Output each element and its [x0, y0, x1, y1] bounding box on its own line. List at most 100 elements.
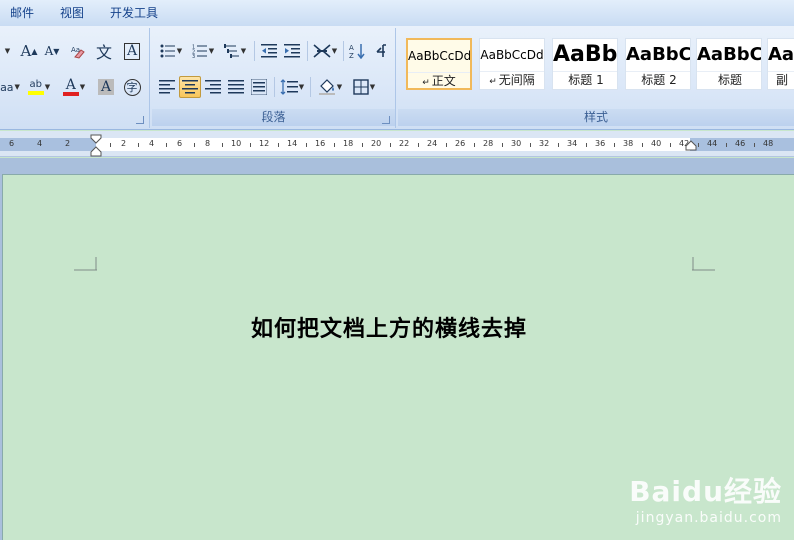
style-name: 标题 2 — [641, 73, 677, 87]
multilevel-list-button[interactable]: ▼ — [220, 40, 250, 62]
right-indent-marker-icon[interactable] — [685, 140, 697, 152]
ruler-tick — [502, 143, 503, 147]
character-border-button[interactable]: A — [121, 40, 143, 62]
phonetic-guide-button[interactable]: 文 — [92, 40, 116, 62]
style-tile[interactable]: Aa 副 — [767, 38, 794, 90]
numbering-button[interactable]: 123 ▼ — [188, 40, 218, 62]
ruler-number: 40 — [651, 139, 662, 148]
style-name-row: 标题 2 — [626, 71, 690, 89]
tab-mailings[interactable]: 邮件 — [0, 0, 47, 26]
ruler-number: 6 — [177, 139, 183, 148]
ruler-number: 30 — [511, 139, 522, 148]
ruler-number: 18 — [343, 139, 354, 148]
style-sample: AaBbCcDd — [480, 48, 544, 62]
line-spacing-button[interactable]: ▼ — [277, 76, 307, 98]
svg-text:A: A — [349, 44, 354, 52]
style-tile[interactable]: AaBb 标题 1 — [552, 38, 618, 90]
ruler-number: 22 — [399, 139, 410, 148]
align-center-button[interactable] — [179, 76, 201, 98]
baidu-jingyan-logo: Baidu经验 — [629, 475, 782, 508]
style-name: 正文 — [431, 74, 456, 88]
font-color-swatch — [62, 92, 79, 96]
ruler-number: 20 — [371, 139, 382, 148]
style-name-row: 标题 — [697, 71, 761, 89]
align-left-button[interactable] — [156, 76, 178, 98]
tab-developer[interactable]: 开发工具 — [97, 0, 171, 26]
borders-button[interactable]: ▼ — [349, 76, 379, 98]
ruler-number: 4 — [37, 139, 43, 148]
style-tile[interactable]: AaBbC 标题 2 — [625, 38, 691, 90]
character-shading-button[interactable]: A — [95, 76, 117, 98]
document-title-text[interactable]: 如何把文档上方的横线去掉 — [3, 311, 794, 343]
justify-button[interactable] — [225, 76, 247, 98]
first-line-indent-marker-icon[interactable] — [90, 134, 102, 158]
style-name: 标题 — [717, 73, 742, 87]
increase-indent-button[interactable] — [281, 40, 303, 62]
distributed-icon — [251, 79, 267, 95]
text-highlight-button[interactable]: ab ▼ — [22, 76, 56, 98]
margin-corner-top-right — [692, 257, 715, 271]
style-name: 副 — [775, 73, 788, 87]
font-dialog-launcher[interactable] — [136, 116, 144, 124]
ribbon-tab-bar: 邮件 视图 开发工具 — [0, 0, 794, 26]
ruler-number: 44 — [707, 139, 718, 148]
horizontal-ruler[interactable]: 6 4 2 2 4 6 8 10 12 14 16 18 20 22 24 26 28 30 32 34 36 38 40 4… — [0, 131, 794, 157]
font-color-button[interactable]: A ▼ — [58, 76, 90, 98]
paragraph-marker-icon: ↵ — [422, 78, 430, 88]
align-right-button[interactable] — [202, 76, 224, 98]
sort-button[interactable]: AZ — [346, 40, 368, 62]
ruler-tick — [474, 143, 475, 147]
ruler-number: 34 — [567, 139, 578, 148]
shading-button[interactable]: ▼ — [313, 76, 347, 98]
grow-font-button[interactable]: A ▲ — [18, 40, 40, 62]
style-tile[interactable]: AaBbCcDd ↵ 无间隔 — [479, 38, 545, 90]
grow-font-icon: A — [20, 42, 32, 60]
ruler-tick — [754, 143, 755, 147]
ruler-number: 14 — [287, 139, 298, 148]
document-page[interactable]: 如何把文档上方的横线去掉 Baidu经验 jingyan.baidu.com — [2, 174, 794, 540]
ruler-tick — [614, 143, 615, 147]
style-name-row: ↵ 正文 — [408, 72, 470, 88]
tab-view[interactable]: 视图 — [47, 0, 97, 26]
ruler-number: 10 — [231, 139, 242, 148]
shrink-font-icon: A — [44, 44, 54, 58]
font-group: ▼ A ▲ A ▼ Aa 文 A aa ▼ ab ▼ A ▼ A 字 — [0, 28, 150, 128]
numbering-icon: 123 — [192, 45, 207, 58]
style-tile[interactable]: AaBbCcDd ↵ 正文 — [406, 38, 472, 90]
chevron-down-icon: ▼ — [4, 47, 11, 55]
ruler-tick — [110, 143, 111, 147]
ruler-number: 4 — [149, 139, 155, 148]
ribbon: ▼ A ▲ A ▼ Aa 文 A aa ▼ ab ▼ A ▼ A 字 ▼ 1 2… — [0, 26, 794, 130]
svg-text:3: 3 — [192, 54, 195, 58]
chevron-down-icon: ▼ — [79, 83, 86, 91]
ruler-number: 2 — [121, 139, 127, 148]
phonetic-guide-icon: 文 — [95, 43, 112, 62]
chevron-down-icon: ▼ — [14, 83, 20, 91]
style-tile[interactable]: AaBbC 标题 — [696, 38, 762, 90]
paragraph-dialog-launcher[interactable] — [382, 116, 390, 124]
paint-bucket-icon — [318, 79, 335, 95]
bullets-button[interactable]: ▼ — [156, 40, 186, 62]
style-name-row: ↵ 无间隔 — [480, 71, 544, 89]
distributed-button[interactable] — [248, 76, 270, 98]
ruler-tick — [166, 143, 167, 147]
ruler-bar — [0, 138, 794, 151]
ruler-tick — [726, 143, 727, 147]
font-size-dropdown-tail[interactable]: ▼ — [0, 40, 14, 62]
clear-formatting-button[interactable]: Aa — [67, 40, 89, 62]
chinese-layout-button[interactable]: ▼ — [310, 40, 340, 62]
ruler-tick — [278, 143, 279, 147]
line-spacing-icon — [280, 79, 298, 95]
paragraph-mark-icon — [376, 44, 386, 57]
show-hide-marks-button[interactable] — [370, 40, 392, 62]
baidu-watermark: Baidu经验 jingyan.baidu.com — [629, 470, 782, 526]
enclose-characters-button[interactable]: 字 — [121, 76, 143, 98]
change-case-button[interactable]: aa ▼ — [0, 76, 20, 98]
shrink-font-button[interactable]: A ▼ — [41, 40, 63, 62]
decrease-indent-button[interactable] — [258, 40, 280, 62]
style-name-row: 副 — [768, 71, 794, 89]
margin-corner-top-left — [74, 257, 97, 271]
clear-format-icon: Aa — [71, 46, 85, 59]
chevron-down-icon: ▼ — [369, 83, 376, 91]
ruler-tick — [222, 143, 223, 147]
